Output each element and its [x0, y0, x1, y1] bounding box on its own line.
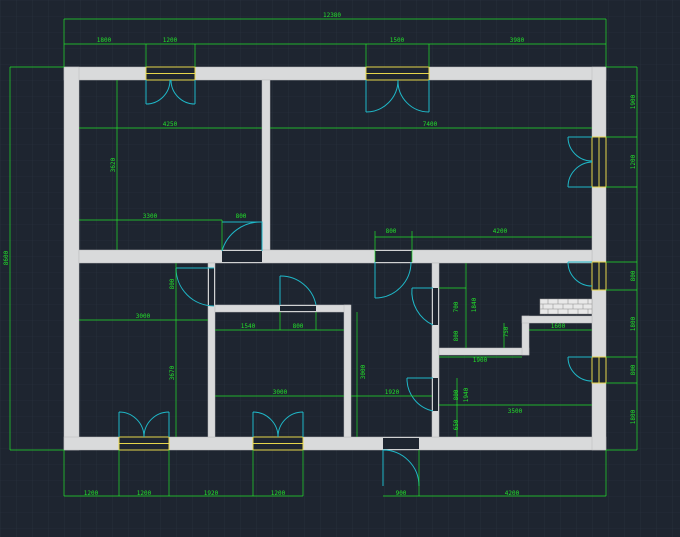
wall-room-right	[343, 304, 352, 438]
dim-left-3000: 3000	[136, 313, 151, 320]
dim-bath-3500: 3500	[508, 408, 523, 415]
wall-outer-right	[591, 66, 607, 451]
grid-background	[0, 0, 680, 537]
opening-door-bath-lower	[433, 378, 438, 411]
opening-door-mid	[375, 251, 412, 262]
dim-room-800: 800	[293, 323, 304, 330]
wall-outer-left	[63, 66, 80, 451]
dim-top-1200: 1200	[163, 37, 178, 44]
dim-bottom-1200-b: 1200	[137, 490, 152, 497]
floor-plan-drawing: 12380 1800 1200 1500 3980 8600 4250 7400…	[0, 0, 680, 537]
dim-right-1800: 1800	[630, 316, 637, 331]
dim-left-3670: 3670	[169, 365, 176, 380]
dim-right-800-a: 800	[630, 270, 637, 281]
dim-right-1800-b: 1800	[630, 409, 637, 424]
wall-vertical-upper	[261, 79, 271, 251]
dim-top-3980: 3980	[510, 37, 525, 44]
dim-room-1540: 1540	[241, 323, 256, 330]
dim-right-1900: 1900	[630, 94, 637, 109]
dim-left-800: 800	[169, 278, 176, 289]
dim-room-3000-h: 3000	[273, 389, 288, 396]
dim-bath-650: 650	[453, 419, 460, 430]
wall-outer-top	[63, 66, 607, 81]
opening-door-entry	[383, 438, 419, 449]
dim-top-total: 12380	[323, 12, 341, 19]
dim-top-1800: 1800	[97, 37, 112, 44]
opening-door-upper-left	[222, 251, 262, 262]
dim-bath-1840: 1840	[471, 297, 478, 312]
dim-bath-800: 800	[453, 330, 460, 341]
dim-bottom-4200: 4200	[505, 490, 520, 497]
wall-bath-step-high	[521, 315, 593, 324]
dim-bath-800-b: 800	[453, 389, 460, 400]
dim-right-800-b: 800	[630, 364, 637, 375]
dim-width-4200: 4200	[493, 228, 508, 235]
dim-door-800-b: 800	[386, 228, 397, 235]
dim-right-1200: 1200	[630, 154, 637, 169]
dim-bath-1940: 1940	[463, 387, 470, 402]
dim-room-b-width: 7400	[423, 121, 438, 128]
brick-hatch	[539, 298, 593, 315]
dim-bath-1900: 1900	[473, 357, 488, 364]
dim-bottom-1200-a: 1200	[84, 490, 99, 497]
dim-left-total: 8600	[3, 250, 10, 265]
dim-bottom-1200-c: 1200	[271, 490, 286, 497]
dim-room-1920: 1920	[385, 389, 400, 396]
opening-door-room-top	[280, 306, 316, 311]
dim-top-1500: 1500	[390, 37, 405, 44]
wall-horizontal-mid	[78, 249, 593, 264]
dim-bottom-1920: 1920	[204, 490, 219, 497]
dim-room-a-height: 3620	[110, 157, 117, 172]
dim-bath-750: 750	[503, 326, 510, 337]
opening-door-room-left	[209, 268, 214, 306]
opening-door-bath-upper	[433, 288, 438, 325]
dim-room-3000-v: 3000	[360, 364, 367, 379]
dim-bottom-900: 900	[396, 490, 407, 497]
wall-bath-step-low	[438, 347, 530, 356]
dim-bath-1600: 1600	[551, 323, 566, 330]
dim-door-800-a: 800	[236, 213, 247, 220]
dim-room-a-3300: 3300	[143, 213, 158, 220]
dim-bath-700: 700	[453, 301, 460, 312]
dim-room-a-width: 4250	[163, 121, 178, 128]
